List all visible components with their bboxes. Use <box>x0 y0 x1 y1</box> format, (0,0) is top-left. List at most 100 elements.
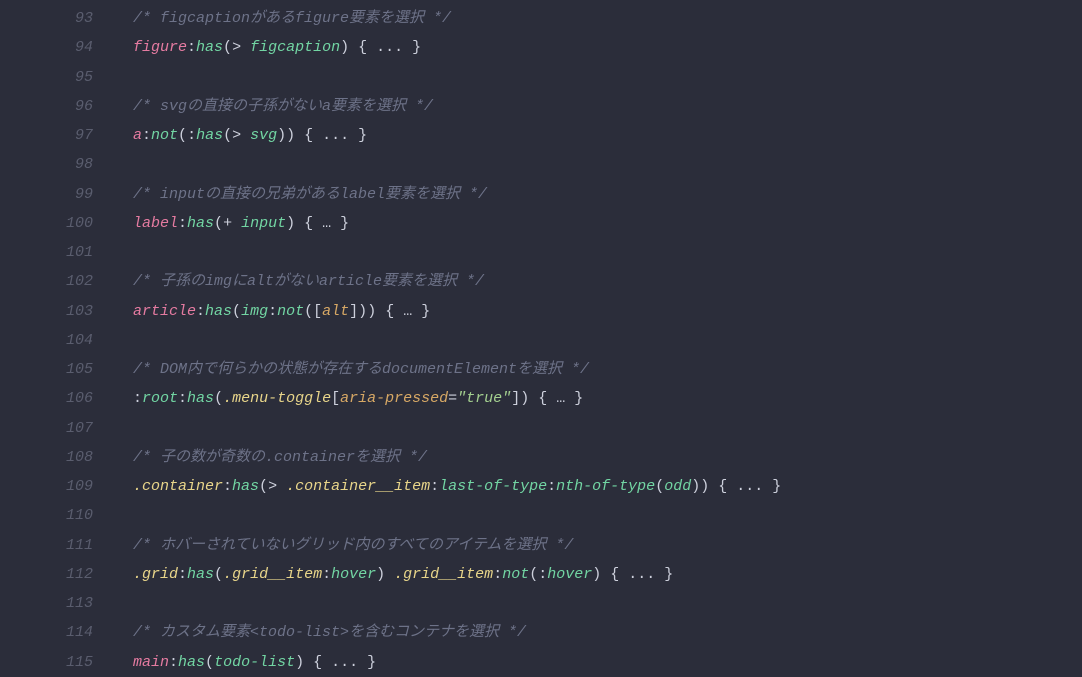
code-token: hover <box>547 566 592 583</box>
code-token: /* 子孫のimgにaltがないarticle要素を選択 */ <box>133 273 484 290</box>
code-token: hover <box>331 566 376 583</box>
code-token: ) <box>358 303 367 320</box>
code-token: has <box>178 654 205 671</box>
code-token: /* 子の数が奇数の.containerを選択 */ <box>133 449 427 466</box>
code-token: : <box>178 566 187 583</box>
code-token: /* svgの直接の子孫がないa要素を選択 */ <box>133 98 433 115</box>
code-token: = <box>448 390 457 407</box>
code-token: { ... } <box>304 654 376 671</box>
code-token: aria-pressed <box>340 390 448 407</box>
code-token: ( <box>214 215 223 232</box>
code-line[interactable]: /* ホバーされていないグリッド内のすべてのアイテムを選択 */ <box>133 531 1082 560</box>
code-token: ) <box>286 215 295 232</box>
code-token: .menu-toggle <box>223 390 331 407</box>
code-line[interactable] <box>133 63 1082 92</box>
code-token: : <box>322 566 331 583</box>
code-line[interactable]: /* inputの直接の兄弟があるlabel要素を選択 */ <box>133 180 1082 209</box>
code-token: ) <box>376 566 385 583</box>
code-editor[interactable]: 9394959697989910010110210310410510610710… <box>0 0 1082 676</box>
code-token: /* figcaptionがあるfigure要素を選択 */ <box>133 10 451 27</box>
line-number: 101 <box>0 238 93 267</box>
code-line[interactable] <box>133 414 1082 443</box>
code-token: has <box>187 390 214 407</box>
code-token: "true" <box>457 390 511 407</box>
code-token: has <box>232 478 259 495</box>
code-line[interactable]: :root:has(.menu-toggle[aria-pressed="tru… <box>133 384 1082 413</box>
code-line[interactable]: /* DOM内で何らかの状態が存在するdocumentElementを選択 */ <box>133 355 1082 384</box>
code-token: : <box>196 303 205 320</box>
code-token: : <box>187 127 196 144</box>
line-number: 106 <box>0 384 93 413</box>
code-token: > <box>232 39 250 56</box>
code-token: { … } <box>529 390 583 407</box>
code-token: ) <box>592 566 601 583</box>
line-number: 102 <box>0 267 93 296</box>
code-token: .container__item <box>286 478 430 495</box>
code-token: ( <box>214 566 223 583</box>
code-token: ] <box>511 390 520 407</box>
code-line[interactable]: .container:has(> .container__item:last-o… <box>133 472 1082 501</box>
line-number: 97 <box>0 121 93 150</box>
code-token: /* ホバーされていないグリッド内のすべてのアイテムを選択 */ <box>133 537 573 554</box>
code-line[interactable]: /* 子孫のimgにaltがないarticle要素を選択 */ <box>133 267 1082 296</box>
code-token: alt <box>322 303 349 320</box>
code-line[interactable]: a:not(:has(> svg)) { ... } <box>133 121 1082 150</box>
code-token: + <box>223 215 241 232</box>
code-token: todo-list <box>214 654 295 671</box>
code-token: : <box>223 478 232 495</box>
line-number: 93 <box>0 4 93 33</box>
code-line[interactable]: /* svgの直接の子孫がないa要素を選択 */ <box>133 92 1082 121</box>
code-token: has <box>187 566 214 583</box>
code-token: { ... } <box>349 39 421 56</box>
code-line[interactable]: /* figcaptionがあるfigure要素を選択 */ <box>133 4 1082 33</box>
code-token: .grid <box>133 566 178 583</box>
line-number: 112 <box>0 560 93 589</box>
code-token: has <box>196 127 223 144</box>
code-line[interactable] <box>133 238 1082 267</box>
code-token: ) <box>286 127 295 144</box>
code-line[interactable] <box>133 326 1082 355</box>
code-line[interactable]: /* 子の数が奇数の.containerを選択 */ <box>133 443 1082 472</box>
code-token: figcaption <box>250 39 340 56</box>
code-token: ( <box>178 127 187 144</box>
code-token: : <box>178 215 187 232</box>
line-number: 94 <box>0 33 93 62</box>
code-token: : <box>268 303 277 320</box>
line-number: 107 <box>0 414 93 443</box>
code-token: figure <box>133 39 187 56</box>
code-token: ( <box>232 303 241 320</box>
code-line[interactable] <box>133 501 1082 530</box>
code-token: main <box>133 654 169 671</box>
code-line[interactable]: /* カスタム要素<todo-list>を含むコンテナを選択 */ <box>133 618 1082 647</box>
line-number: 108 <box>0 443 93 472</box>
code-line[interactable]: figure:has(> figcaption) { ... } <box>133 33 1082 62</box>
line-number: 103 <box>0 297 93 326</box>
code-token: ( <box>529 566 538 583</box>
line-number: 110 <box>0 501 93 530</box>
code-line[interactable]: article:has(img:not([alt])) { … } <box>133 297 1082 326</box>
code-token: article <box>133 303 196 320</box>
code-content[interactable]: /* figcaptionがあるfigure要素を選択 */figure:has… <box>115 4 1082 676</box>
code-token: ) <box>295 654 304 671</box>
code-token: .grid__item <box>223 566 322 583</box>
code-token: ( <box>304 303 313 320</box>
code-line[interactable]: main:has(todo-list) { ... } <box>133 648 1082 677</box>
code-token: /* カスタム要素<todo-list>を含むコンテナを選択 */ <box>133 624 526 641</box>
code-token: not <box>502 566 529 583</box>
line-number: 111 <box>0 531 93 560</box>
line-number: 105 <box>0 355 93 384</box>
code-line[interactable] <box>133 150 1082 179</box>
line-number: 98 <box>0 150 93 179</box>
code-line[interactable]: .grid:has(.grid__item:hover) .grid__item… <box>133 560 1082 589</box>
code-token: not <box>151 127 178 144</box>
code-token: : <box>169 654 178 671</box>
code-token: not <box>277 303 304 320</box>
code-token: ( <box>655 478 664 495</box>
code-token: ) <box>277 127 286 144</box>
line-number: 100 <box>0 209 93 238</box>
code-line[interactable]: label:has(+ input) { … } <box>133 209 1082 238</box>
code-token: ) <box>367 303 376 320</box>
code-line[interactable] <box>133 589 1082 618</box>
code-token: { … } <box>295 215 349 232</box>
code-token: : <box>133 390 142 407</box>
